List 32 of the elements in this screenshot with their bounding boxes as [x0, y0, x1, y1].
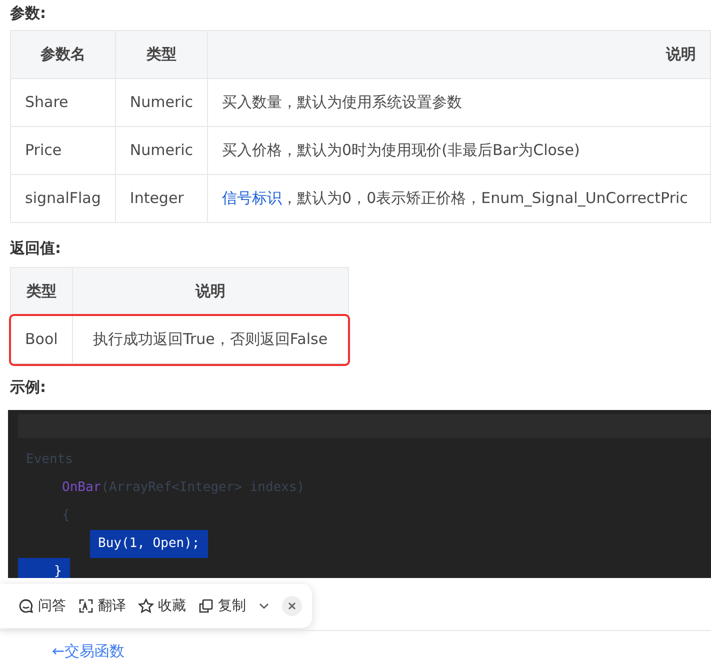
toolbar-button[interactable]: 复制	[198, 596, 246, 616]
close-icon	[288, 602, 296, 610]
back-link[interactable]: ←交易函数	[52, 642, 125, 659]
star-icon	[138, 598, 154, 614]
section-heading: 返回值:	[9, 238, 62, 259]
section-heading: 示例:	[9, 377, 47, 398]
table-cell: 买入价格，默认为0时为使用现价(非最后Bar为Close)	[208, 126, 710, 174]
close-button[interactable]	[282, 596, 302, 616]
chat-bubble-icon	[18, 598, 34, 614]
toolbar-button[interactable]: 翻译	[78, 596, 126, 616]
toolbar-button[interactable]: 问答	[18, 596, 66, 616]
table-cell: signalFlag	[10, 174, 116, 222]
table-cell: Share	[10, 78, 116, 126]
column-header: 说明	[72, 268, 348, 316]
copy-icon	[198, 598, 214, 614]
table-cell: 买入数量，默认为使用系统设置参数	[208, 78, 710, 126]
description-text: ，默认为0，0表示矫正价格，Enum_Signal_UnCorrectPric	[282, 189, 688, 208]
section-heading: 参数:	[9, 3, 47, 24]
table-cell-text: 执行成功返回True，否则返回False	[93, 330, 328, 348]
table-cell: Numeric	[115, 126, 208, 174]
table-cell-text: Bool	[25, 330, 58, 348]
table-cell: Price	[10, 126, 116, 174]
table-cell: Numeric	[115, 78, 208, 126]
column-header: 说明	[208, 30, 710, 78]
column-header: 类型	[10, 268, 72, 316]
column-header: 参数名	[10, 30, 116, 78]
table-cell: Integer	[115, 174, 208, 222]
column-header: 类型	[115, 30, 208, 78]
translate-icon	[78, 598, 94, 614]
code-line: {	[62, 507, 70, 526]
signal-flag-link[interactable]: 信号标识	[222, 189, 282, 208]
toolbar-button[interactable]: 收藏	[138, 596, 186, 616]
